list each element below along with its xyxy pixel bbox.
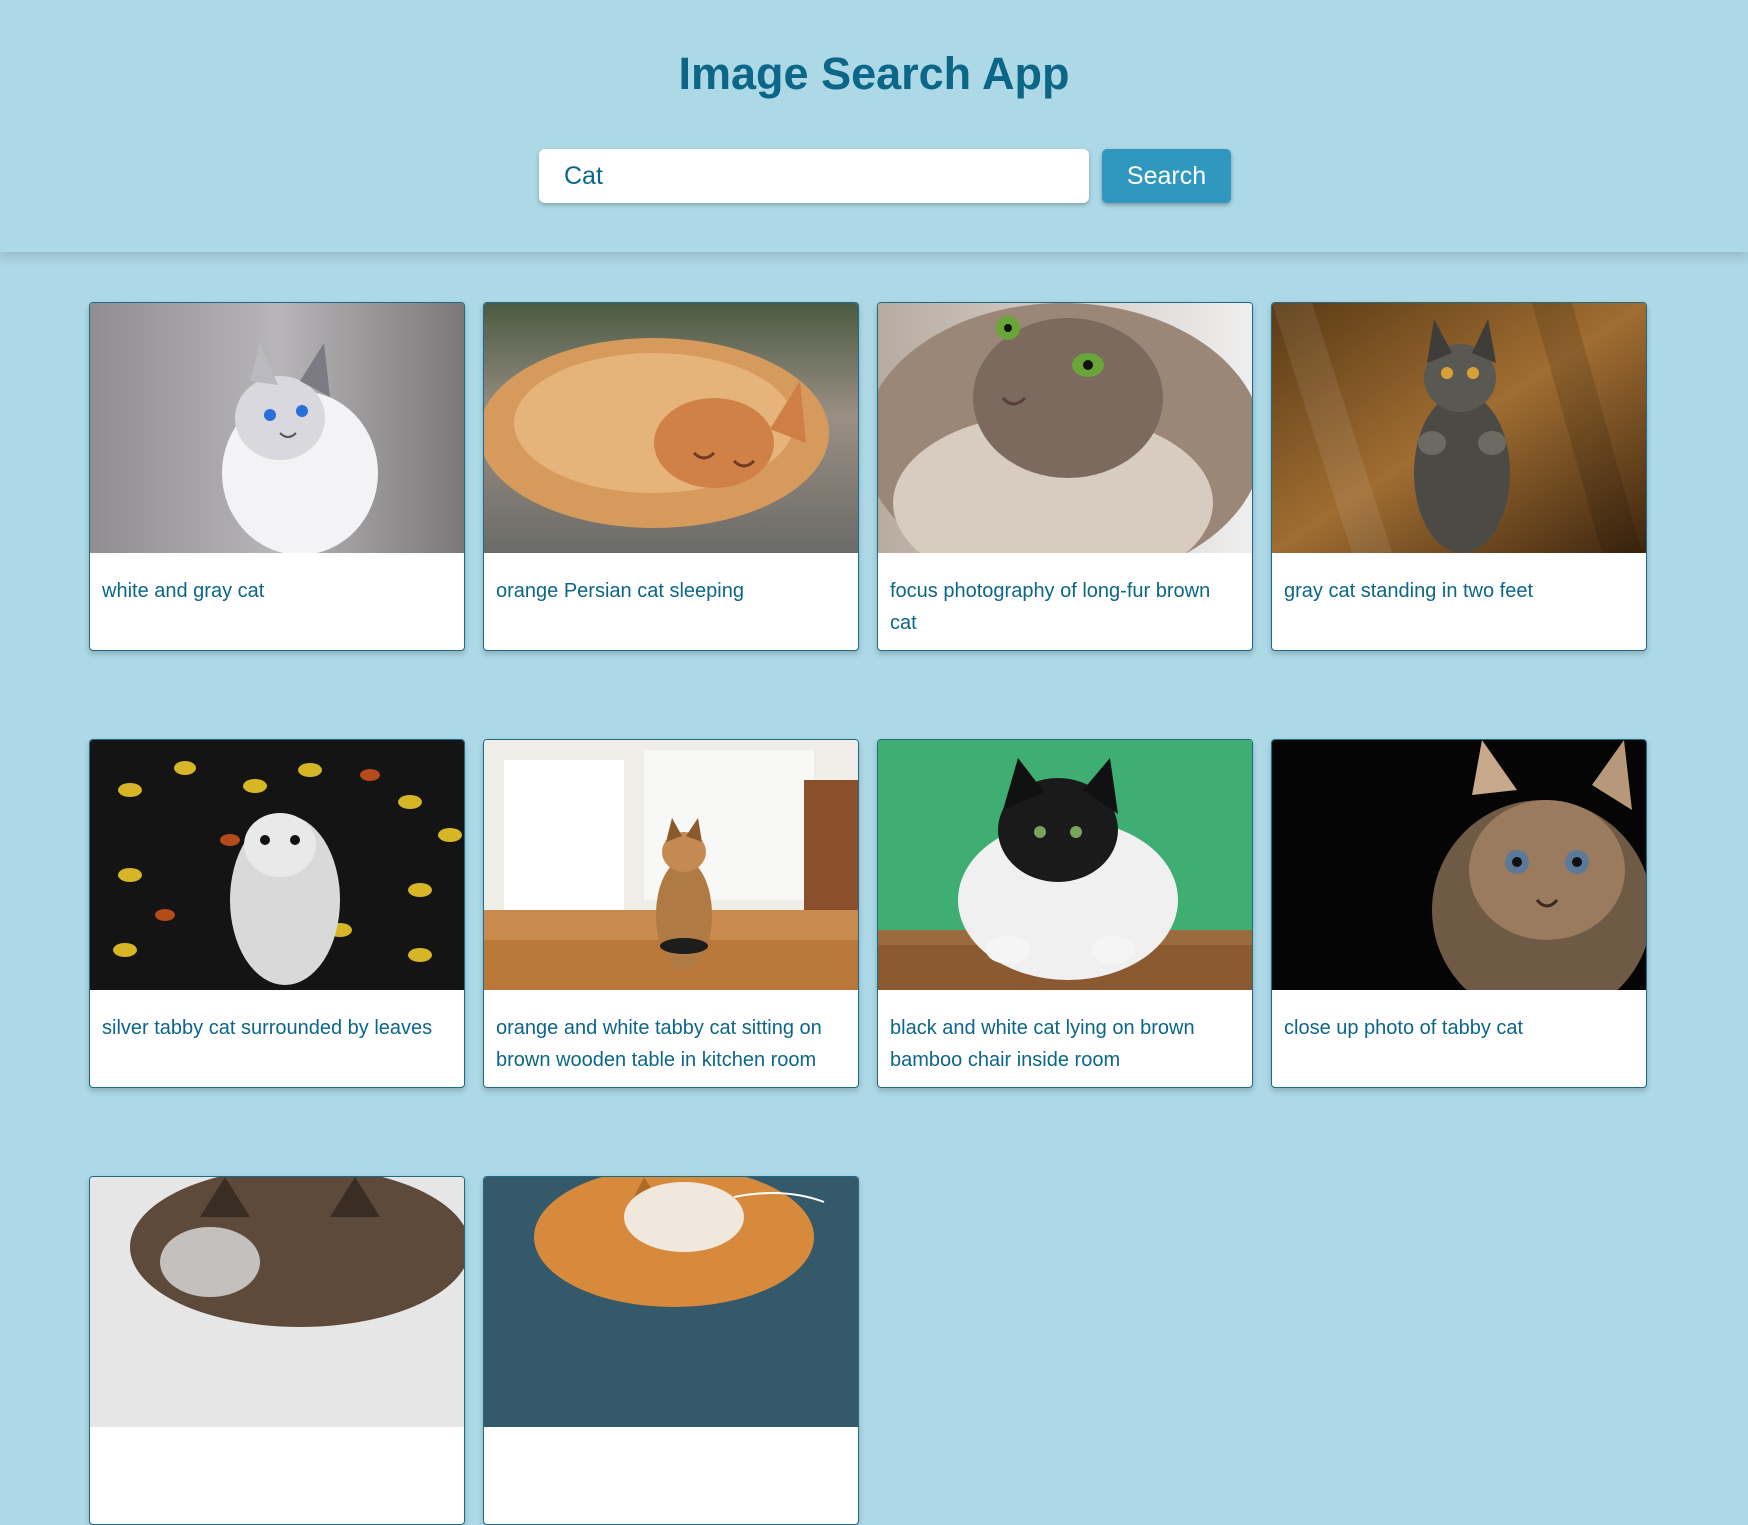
image-caption xyxy=(484,1427,858,1449)
result-card[interactable]: silver tabby cat surrounded by leaves xyxy=(89,739,465,1088)
cat-image[interactable] xyxy=(90,1177,464,1427)
image-caption xyxy=(90,1427,464,1449)
cat-image[interactable] xyxy=(1272,740,1646,990)
result-card[interactable]: white and gray cat xyxy=(89,302,465,651)
image-caption: white and gray cat xyxy=(102,580,265,602)
image-caption: orange and white tabby cat sitting on br… xyxy=(496,1017,822,1071)
result-card[interactable]: gray cat standing in two feet xyxy=(1271,302,1647,651)
image-caption: black and white cat lying on brown bambo… xyxy=(890,1017,1195,1071)
app-header: Image Search App Search xyxy=(0,0,1748,252)
cat-image[interactable] xyxy=(484,1177,858,1427)
result-card[interactable]: black and white cat lying on brown bambo… xyxy=(877,739,1253,1088)
cat-image[interactable] xyxy=(878,740,1252,990)
search-input[interactable] xyxy=(539,149,1089,203)
cat-image[interactable] xyxy=(90,740,464,990)
results-grid: white and gray cat orange Persian cat sl… xyxy=(89,302,1649,1525)
result-card[interactable]: close up photo of tabby cat xyxy=(1271,739,1647,1088)
image-caption: focus photography of long-fur brown cat xyxy=(890,580,1211,634)
image-caption: gray cat standing in two feet xyxy=(1284,580,1534,602)
result-card[interactable] xyxy=(89,1176,465,1525)
result-card[interactable]: focus photography of long-fur brown cat xyxy=(877,302,1253,651)
image-caption: close up photo of tabby cat xyxy=(1284,1017,1524,1039)
image-caption: silver tabby cat surrounded by leaves xyxy=(102,1017,433,1039)
cat-image[interactable] xyxy=(90,303,464,553)
result-card[interactable]: orange and white tabby cat sitting on br… xyxy=(483,739,859,1088)
search-button[interactable]: Search xyxy=(1102,149,1231,203)
result-card[interactable]: orange Persian cat sleeping xyxy=(483,302,859,651)
cat-image[interactable] xyxy=(484,303,858,553)
result-card[interactable] xyxy=(483,1176,859,1525)
cat-image[interactable] xyxy=(878,303,1252,553)
image-caption: orange Persian cat sleeping xyxy=(496,580,744,602)
cat-image[interactable] xyxy=(1272,303,1646,553)
cat-image[interactable] xyxy=(484,740,858,990)
page-title: Image Search App xyxy=(678,48,1070,99)
